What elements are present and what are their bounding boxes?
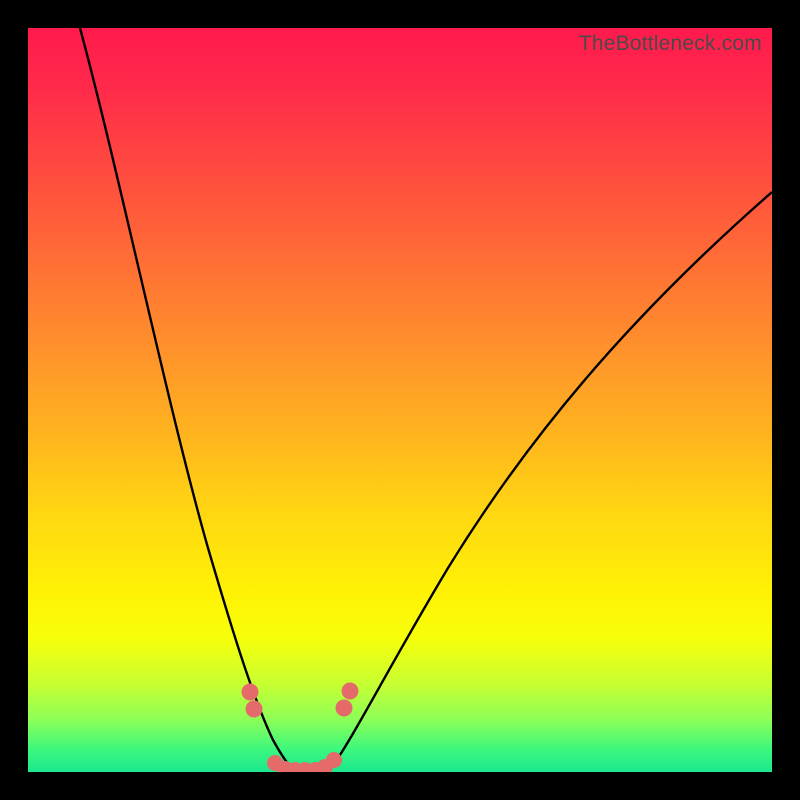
marker-dot: [326, 752, 342, 768]
plot-area: TheBottleneck.com: [28, 28, 772, 772]
marker-dot: [342, 683, 359, 700]
marker-dot: [242, 684, 259, 701]
left-curve: [80, 28, 296, 772]
marker-dot: [246, 701, 263, 718]
marker-dot: [336, 700, 353, 717]
right-curve: [328, 192, 772, 772]
chart-frame: TheBottleneck.com: [0, 0, 800, 800]
curve-layer: [28, 28, 772, 772]
